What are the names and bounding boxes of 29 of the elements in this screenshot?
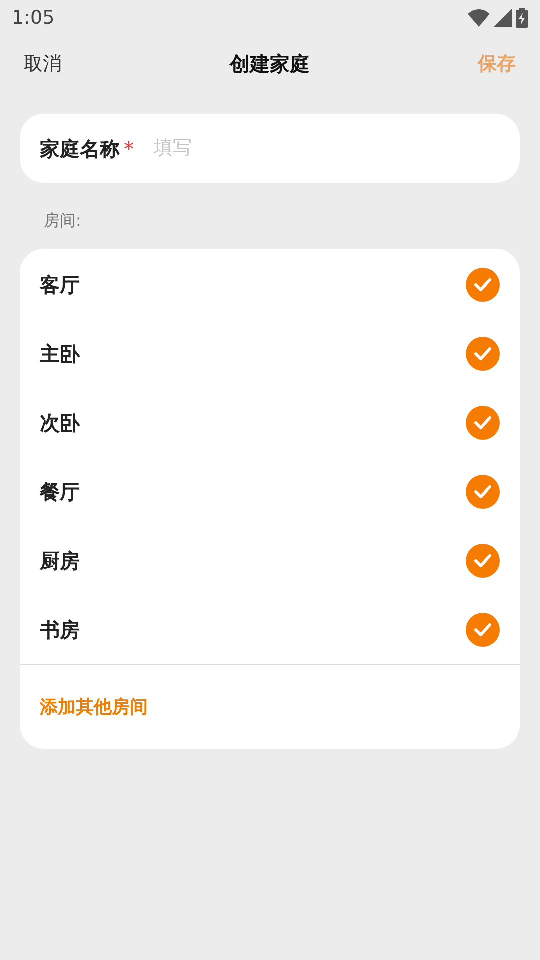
- check-icon: [474, 346, 492, 360]
- room-item[interactable]: 厨房: [20, 526, 520, 595]
- status-time: 1:05: [12, 6, 55, 31]
- check-icon: [474, 554, 492, 568]
- checkbox[interactable]: [466, 612, 500, 646]
- room-item[interactable]: 次卧: [20, 388, 520, 457]
- checkbox[interactable]: [466, 336, 500, 370]
- page-title: 创建家庭: [230, 51, 310, 78]
- battery-icon: [516, 8, 528, 28]
- wifi-icon: [468, 9, 490, 27]
- checkbox[interactable]: [466, 544, 500, 578]
- check-icon: [474, 278, 492, 292]
- room-item[interactable]: 客厅: [20, 250, 520, 319]
- name-field[interactable]: 家庭名称 * 填写: [20, 114, 520, 183]
- room-item[interactable]: 书房: [20, 595, 520, 664]
- cancel-button[interactable]: 取消: [24, 50, 62, 78]
- name-input[interactable]: 填写: [154, 134, 500, 163]
- room-item[interactable]: 餐厅: [20, 457, 520, 526]
- checkbox[interactable]: [466, 406, 500, 440]
- check-icon: [474, 622, 492, 636]
- name-label: 家庭名称: [40, 136, 120, 162]
- check-icon: [474, 416, 492, 430]
- checkbox[interactable]: [466, 474, 500, 508]
- checkbox[interactable]: [466, 268, 500, 302]
- signal-icon: [494, 9, 512, 27]
- check-icon: [474, 484, 492, 498]
- room-item[interactable]: 主卧: [20, 319, 520, 388]
- required-mark: *: [124, 136, 134, 162]
- rooms-label: 房间:: [44, 210, 82, 232]
